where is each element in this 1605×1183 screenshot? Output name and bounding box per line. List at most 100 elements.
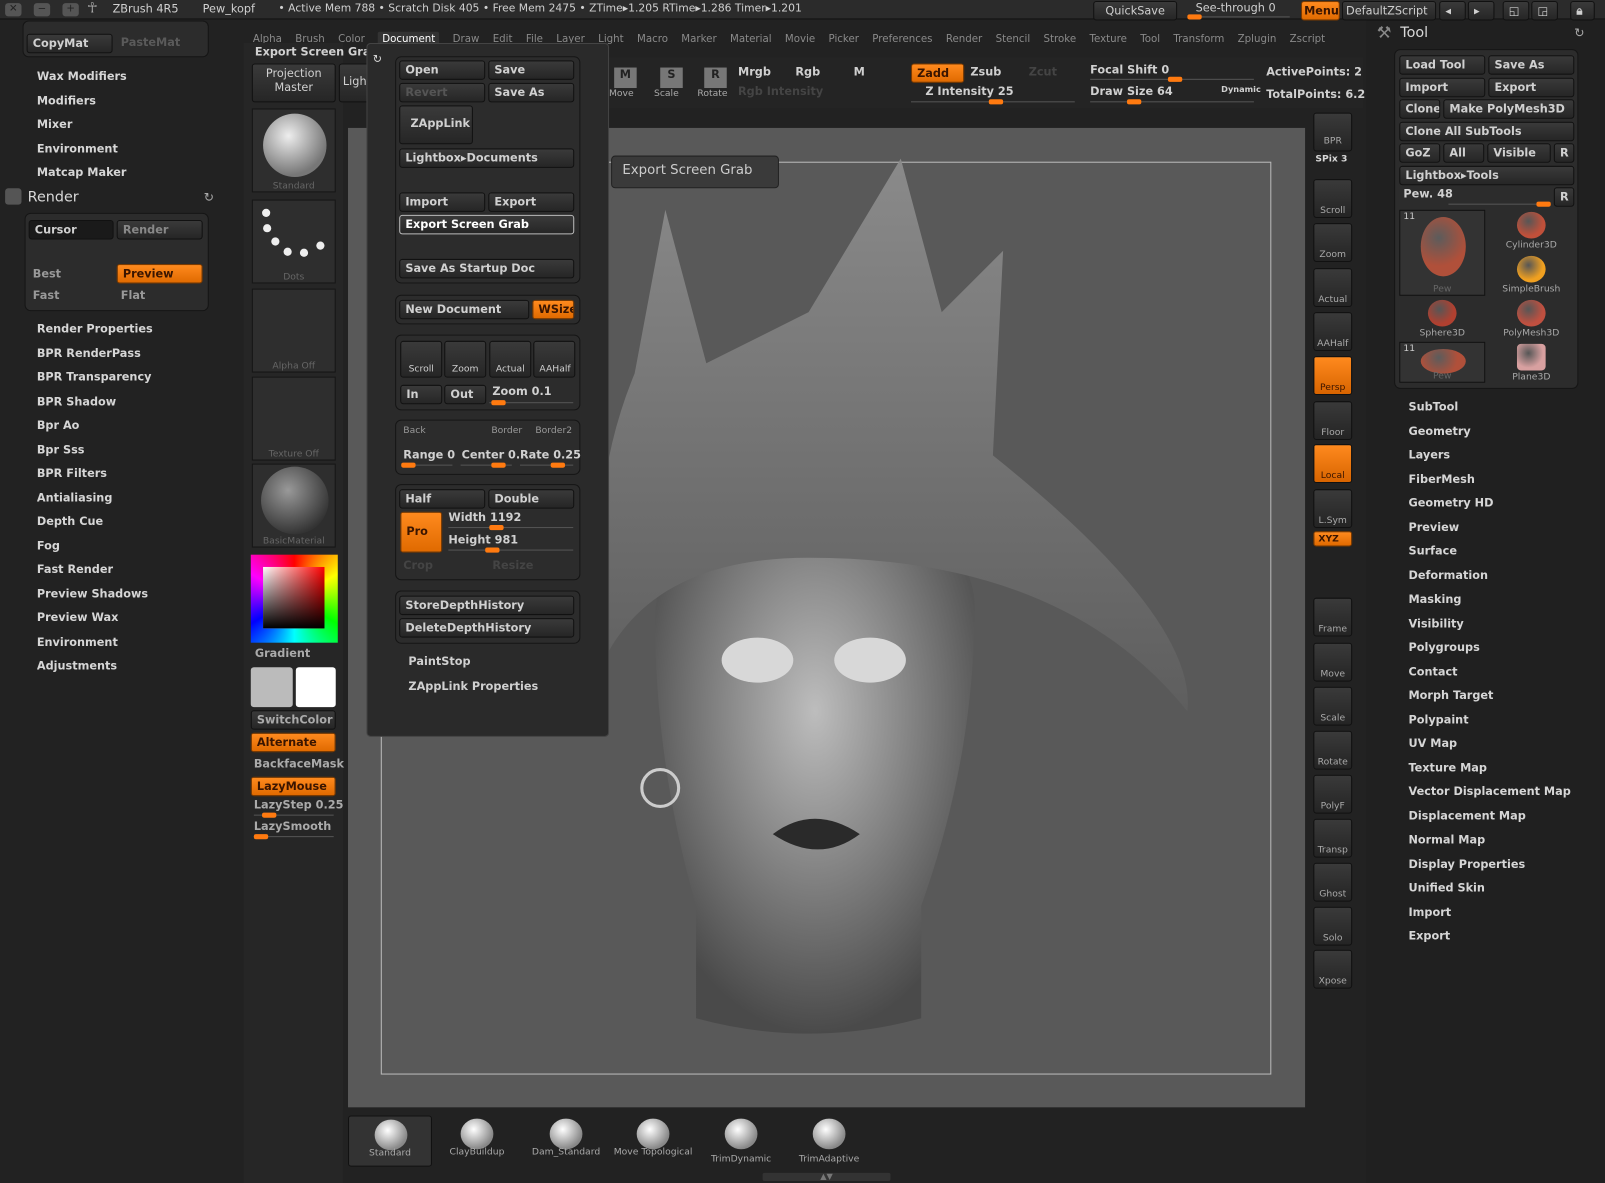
gradient-label[interactable]: Gradient bbox=[255, 647, 310, 660]
range-slider[interactable]: Range 0 bbox=[403, 448, 455, 461]
goz-r-button[interactable]: R bbox=[1553, 143, 1575, 163]
export-button[interactable]: Export bbox=[488, 192, 575, 212]
tool-thumb[interactable]: Pew 11 bbox=[1399, 341, 1486, 383]
shelf-actual-button[interactable]: Actual bbox=[1313, 268, 1353, 308]
tool-r-button[interactable]: R bbox=[1553, 187, 1575, 207]
brush-trimadaptive[interactable]: TrimAdaptive bbox=[787, 1116, 871, 1167]
alternate-button[interactable]: Alternate bbox=[250, 732, 336, 753]
material-thumb[interactable]: BasicMaterial bbox=[251, 463, 336, 548]
default-zscript-button[interactable]: DefaultZScript bbox=[1341, 1, 1437, 21]
rotate-icon[interactable]: R bbox=[704, 67, 727, 89]
brush-thumb[interactable]: Standard bbox=[251, 108, 336, 193]
open-button[interactable]: Open bbox=[399, 60, 486, 80]
half-button[interactable]: Half bbox=[399, 489, 486, 509]
subpalette-item[interactable]: BPR Filters bbox=[37, 467, 107, 480]
subpalette-item[interactable]: Polygroups bbox=[1408, 641, 1479, 654]
subpalette-item[interactable]: Unified Skin bbox=[1408, 881, 1484, 894]
make-polymesh3d-button[interactable]: Make PolyMesh3D bbox=[1443, 99, 1575, 119]
menu-macro[interactable]: Macro bbox=[637, 34, 668, 45]
z-intensity-slider[interactable]: Z Intensity 25 bbox=[925, 85, 1013, 98]
scroll-button[interactable]: Scroll bbox=[400, 340, 443, 378]
tool-panel-title[interactable]: Tool bbox=[1400, 25, 1428, 41]
maximize-icon[interactable]: + bbox=[62, 3, 79, 17]
best-button[interactable]: Best bbox=[33, 267, 61, 280]
subpalette-item[interactable]: Antialiasing bbox=[37, 491, 113, 504]
double-button[interactable]: Double bbox=[488, 489, 575, 509]
shelf-transp-button[interactable]: Transp bbox=[1313, 818, 1353, 858]
tool-thumb[interactable]: Plane3D bbox=[1488, 342, 1574, 383]
subpalette-item[interactable]: UV Map bbox=[1408, 737, 1457, 750]
switchcolor-button[interactable]: SwitchColor bbox=[250, 710, 336, 730]
subpalette-item[interactable]: BPR Shadow bbox=[37, 395, 116, 408]
delete-depth-history-button[interactable]: DeleteDepthHistory bbox=[399, 618, 575, 638]
subpalette-item[interactable]: FiberMesh bbox=[1408, 472, 1474, 485]
lazymouse-button[interactable]: LazyMouse bbox=[250, 776, 336, 797]
subpalette-item[interactable]: Texture Map bbox=[1408, 761, 1486, 774]
layout-prev-icon[interactable]: ◂ bbox=[1439, 1, 1466, 21]
subpalette-item[interactable]: Import bbox=[1408, 905, 1451, 918]
minimize-icon[interactable]: − bbox=[33, 3, 51, 17]
scale-icon[interactable]: S bbox=[660, 67, 683, 89]
shelf-move-button[interactable]: Move bbox=[1313, 642, 1353, 682]
tool-export-button[interactable]: Export bbox=[1488, 77, 1575, 98]
tool-thumb[interactable]: SimpleBrush bbox=[1488, 254, 1574, 295]
secondary-color-swatch[interactable] bbox=[295, 667, 336, 708]
width-slider[interactable]: Width 1192 bbox=[448, 511, 521, 524]
brush-claybuildup[interactable]: ClayBuildup bbox=[435, 1116, 519, 1167]
zapplink-button[interactable]: ZAppLink bbox=[399, 105, 473, 145]
layout-next-icon[interactable]: ▸ bbox=[1467, 1, 1495, 21]
subpalette-item[interactable]: Matcap Maker bbox=[37, 166, 127, 179]
lazystep-slider[interactable]: LazyStep 0.25 bbox=[254, 798, 344, 811]
subpalette-item[interactable]: SubTool bbox=[1408, 400, 1458, 413]
shelf-local-button[interactable]: Local bbox=[1313, 444, 1353, 484]
shelf-frame-button[interactable]: Frame bbox=[1313, 597, 1353, 637]
aahalf-button[interactable]: AAHalf bbox=[533, 340, 576, 378]
rotate-label[interactable]: Rotate bbox=[696, 89, 729, 99]
menu-transform[interactable]: Transform bbox=[1173, 34, 1224, 45]
shelf-solo-button[interactable]: Solo bbox=[1313, 906, 1353, 946]
xyz-symmetry-button[interactable]: XYZ bbox=[1313, 531, 1353, 547]
border-color-button[interactable]: Border bbox=[491, 426, 522, 436]
menus-button[interactable]: Menus bbox=[1300, 1, 1340, 21]
height-slider[interactable]: Height 981 bbox=[448, 533, 518, 546]
zadd-button[interactable]: Zadd bbox=[911, 63, 965, 83]
subpalette-item[interactable]: Visibility bbox=[1408, 617, 1463, 630]
subpalette-item[interactable]: Depth Cue bbox=[37, 515, 103, 528]
subpalette-item[interactable]: Export bbox=[1408, 929, 1450, 942]
new-document-button[interactable]: New Document bbox=[399, 299, 530, 320]
render-button[interactable]: Render bbox=[116, 220, 203, 240]
zoom-in-button[interactable]: In bbox=[400, 384, 443, 405]
lazysmooth-slider[interactable]: LazySmooth bbox=[254, 820, 331, 833]
tool-thumb[interactable]: Pew 11 bbox=[1399, 209, 1486, 296]
move-label[interactable]: Move bbox=[606, 89, 637, 99]
zsub-button[interactable]: Zsub bbox=[970, 65, 1001, 78]
shelf-scroll-handle[interactable]: ▲▼ bbox=[762, 1172, 891, 1182]
menu-texture[interactable]: Texture bbox=[1089, 34, 1126, 45]
preview-button[interactable]: Preview bbox=[116, 264, 203, 284]
stroke-thumb[interactable]: Dots bbox=[251, 199, 336, 284]
rgb-intensity-slider[interactable]: Rgb Intensity bbox=[738, 85, 823, 98]
subpalette-item[interactable]: Environment bbox=[37, 635, 118, 648]
goz-visible-button[interactable]: Visible bbox=[1487, 143, 1551, 163]
tool-slider[interactable]: Pew. 48 bbox=[1403, 187, 1452, 200]
quicksave-button[interactable]: QuickSave bbox=[1093, 1, 1178, 21]
texture-thumb[interactable]: Texture Off bbox=[251, 376, 336, 461]
refresh-icon[interactable]: ↻ bbox=[373, 52, 382, 65]
subpalette-item[interactable]: Layers bbox=[1408, 448, 1450, 461]
pro-button[interactable]: Pro bbox=[400, 511, 443, 553]
subpalette-item[interactable]: Bpr Ao bbox=[37, 419, 80, 432]
focal-shift-slider[interactable]: Focal Shift 0 bbox=[1090, 63, 1169, 76]
export-screen-grab-button[interactable]: Export Screen Grab bbox=[399, 214, 575, 235]
brush-dam-standard[interactable]: Dam_Standard bbox=[524, 1116, 608, 1167]
shelf-xpose-button[interactable]: Xpose bbox=[1313, 949, 1353, 989]
zoom-slider[interactable]: Zoom 0.1 bbox=[492, 385, 551, 398]
rgb-button[interactable]: Rgb bbox=[795, 65, 820, 78]
save-button[interactable]: Save bbox=[488, 60, 575, 80]
subpalette-item[interactable]: Environment bbox=[37, 142, 118, 155]
load-tool-button[interactable]: Load Tool bbox=[1399, 55, 1486, 75]
subpalette-item[interactable]: Wax Modifiers bbox=[37, 70, 127, 83]
goz-all-button[interactable]: All bbox=[1443, 143, 1485, 163]
menu-preferences[interactable]: Preferences bbox=[872, 34, 932, 45]
flat-button[interactable]: Flat bbox=[121, 289, 146, 302]
goz-button[interactable]: GoZ bbox=[1399, 143, 1441, 163]
